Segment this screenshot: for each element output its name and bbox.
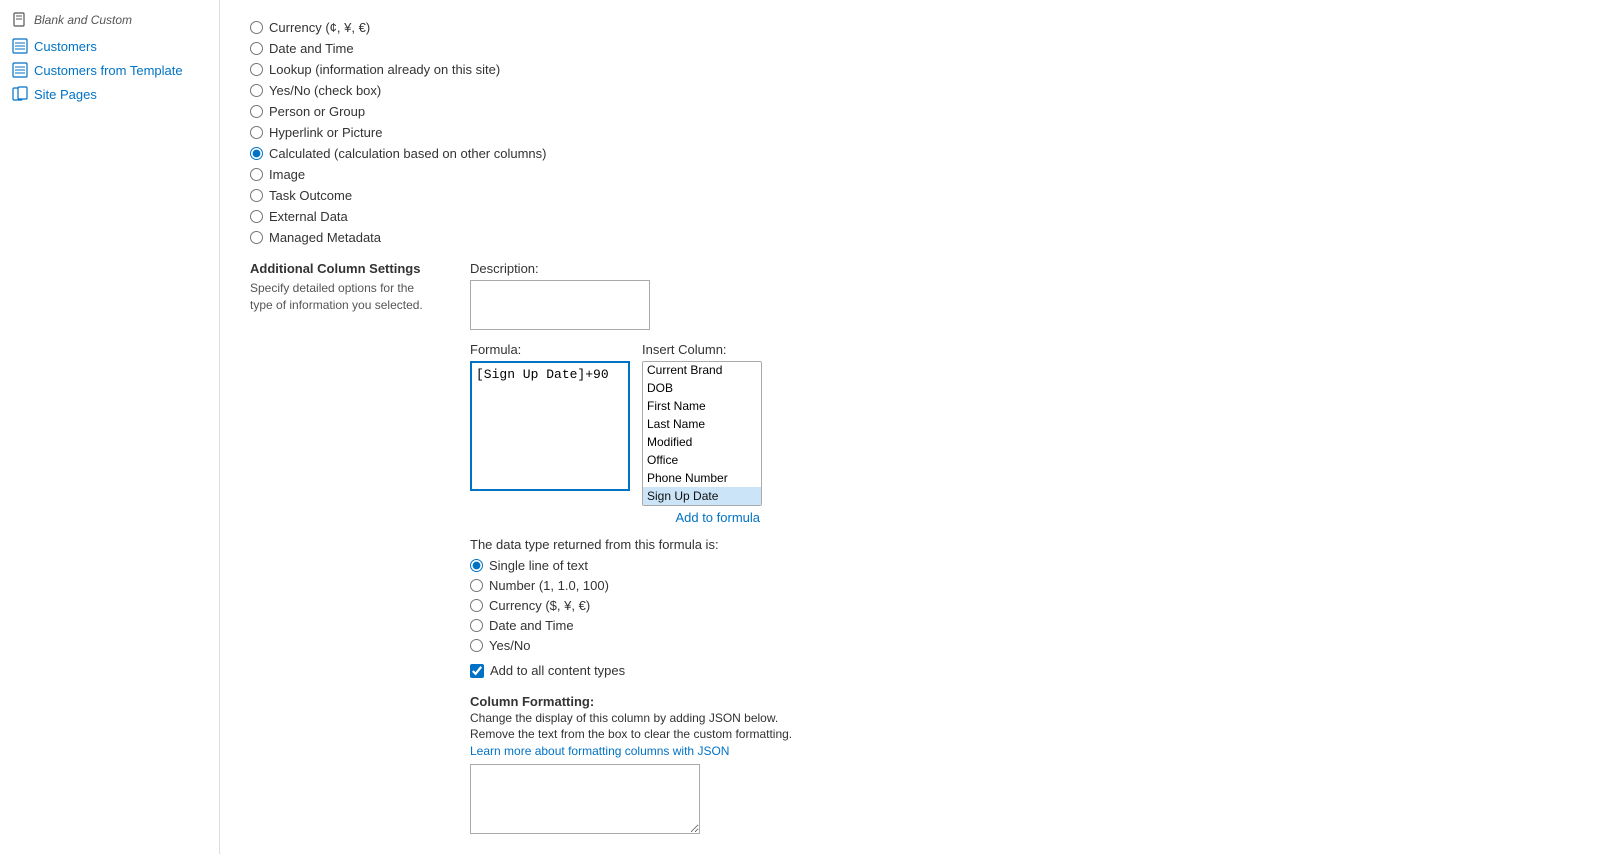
- insert-option-dob[interactable]: DOB: [643, 379, 761, 397]
- radio-lookup[interactable]: Lookup (information already on this site…: [250, 62, 1570, 77]
- formula-row: Formula: [Sign Up Date]+90 Insert Column…: [470, 342, 1570, 506]
- formula-textarea[interactable]: [Sign Up Date]+90: [470, 361, 630, 491]
- radio-currency-input[interactable]: [250, 21, 263, 34]
- settings-section-desc: Specify detailed options for the type of…: [250, 280, 430, 314]
- radio-person-group-label: Person or Group: [269, 104, 365, 119]
- data-type-label: The data type returned from this formula…: [470, 537, 1570, 552]
- sidebar-item-blank-label: Blank and Custom: [34, 13, 132, 27]
- radio-lookup-label: Lookup (information already on this site…: [269, 62, 500, 77]
- radio-dt-number-label: Number (1, 1.0, 100): [489, 578, 609, 593]
- radio-datetime-label: Date and Time: [269, 41, 354, 56]
- add-to-formula-link[interactable]: Add to formula: [470, 510, 760, 525]
- radio-datetime[interactable]: Date and Time: [250, 41, 1570, 56]
- radio-hyperlink[interactable]: Hyperlink or Picture: [250, 125, 1570, 140]
- radio-dt-yesno-label: Yes/No: [489, 638, 530, 653]
- insert-option-title[interactable]: Title: [643, 505, 761, 506]
- radio-dt-currency-label: Currency ($, ¥, €): [489, 598, 590, 613]
- insert-option-modified[interactable]: Modified: [643, 433, 761, 451]
- sidebar-item-customers[interactable]: Customers: [0, 34, 219, 58]
- radio-dt-single-line[interactable]: Single line of text: [470, 558, 1570, 573]
- radio-currency[interactable]: Currency (¢, ¥, €): [250, 20, 1570, 35]
- radio-yesno-input[interactable]: [250, 84, 263, 97]
- radio-calculated[interactable]: Calculated (calculation based on other c…: [250, 146, 1570, 161]
- radio-dt-single-line-label: Single line of text: [489, 558, 588, 573]
- radio-managed-metadata-label: Managed Metadata: [269, 230, 381, 245]
- radio-calculated-input[interactable]: [250, 147, 263, 160]
- formula-label: Formula:: [470, 342, 630, 357]
- main-content: Currency (¢, ¥, €) Date and Time Lookup …: [220, 0, 1600, 854]
- settings-content-column: Description: Formula: [Sign Up Date]+90 …: [470, 261, 1570, 834]
- sitepages-icon: [12, 86, 28, 102]
- column-formatting-title: Column Formatting:: [470, 694, 1570, 709]
- radio-image[interactable]: Image: [250, 167, 1570, 182]
- insert-option-office[interactable]: Office: [643, 451, 761, 469]
- radio-calculated-label: Calculated (calculation based on other c…: [269, 146, 547, 161]
- radio-image-input[interactable]: [250, 168, 263, 181]
- radio-currency-label: Currency (¢, ¥, €): [269, 20, 370, 35]
- sidebar: Blank and Custom Customers Customers fro…: [0, 0, 220, 854]
- add-to-content-types-label: Add to all content types: [490, 663, 625, 678]
- radio-task-outcome-label: Task Outcome: [269, 188, 352, 203]
- radio-external-data-input[interactable]: [250, 210, 263, 223]
- insert-column-listbox[interactable]: Created Current Brand DOB First Name Las…: [642, 361, 762, 506]
- radio-yesno-label: Yes/No (check box): [269, 83, 381, 98]
- page-icon: [12, 12, 28, 28]
- data-type-radio-group: Single line of text Number (1, 1.0, 100)…: [470, 558, 1570, 653]
- radio-external-data[interactable]: External Data: [250, 209, 1570, 224]
- column-formatting-desc1: Change the display of this column by add…: [470, 711, 1570, 725]
- column-type-radio-group: Currency (¢, ¥, €) Date and Time Lookup …: [250, 20, 1570, 245]
- radio-person-group-input[interactable]: [250, 105, 263, 118]
- sidebar-item-customers-template[interactable]: Customers from Template: [0, 58, 219, 82]
- radio-task-outcome[interactable]: Task Outcome: [250, 188, 1570, 203]
- formula-column: Formula: [Sign Up Date]+90: [470, 342, 630, 494]
- radio-dt-yesno[interactable]: Yes/No: [470, 638, 1570, 653]
- radio-dt-currency[interactable]: Currency ($, ¥, €): [470, 598, 1570, 613]
- radio-hyperlink-label: Hyperlink or Picture: [269, 125, 382, 140]
- radio-dt-datetime-label: Date and Time: [489, 618, 574, 633]
- sidebar-item-site-pages[interactable]: Site Pages: [0, 82, 219, 106]
- radio-dt-number[interactable]: Number (1, 1.0, 100): [470, 578, 1570, 593]
- radio-dt-datetime[interactable]: Date and Time: [470, 618, 1570, 633]
- app-layout: Blank and Custom Customers Customers fro…: [0, 0, 1600, 854]
- radio-dt-currency-input[interactable]: [470, 599, 483, 612]
- radio-external-data-label: External Data: [269, 209, 348, 224]
- column-formatting-desc2: Remove the text from the box to clear th…: [470, 727, 1570, 741]
- sidebar-item-customers-label: Customers: [34, 39, 97, 54]
- insert-option-current-brand[interactable]: Current Brand: [643, 361, 761, 379]
- insert-option-first-name[interactable]: First Name: [643, 397, 761, 415]
- radio-managed-metadata-input[interactable]: [250, 231, 263, 244]
- insert-column-label: Insert Column:: [642, 342, 762, 357]
- description-textarea[interactable]: [470, 280, 650, 330]
- radio-datetime-input[interactable]: [250, 42, 263, 55]
- insert-column: Insert Column: Created Current Brand DOB…: [642, 342, 762, 506]
- radio-person-group[interactable]: Person or Group: [250, 104, 1570, 119]
- radio-hyperlink-input[interactable]: [250, 126, 263, 139]
- insert-option-sign-up-date[interactable]: Sign Up Date: [643, 487, 761, 505]
- column-formatting-textarea[interactable]: [470, 764, 700, 834]
- list-template-icon: [12, 62, 28, 78]
- description-label: Description:: [470, 261, 1570, 276]
- add-to-content-types-checkbox[interactable]: [470, 664, 484, 678]
- radio-image-label: Image: [269, 167, 305, 182]
- radio-task-outcome-input[interactable]: [250, 189, 263, 202]
- sidebar-item-site-pages-label: Site Pages: [34, 87, 97, 102]
- settings-label-column: Additional Column Settings Specify detai…: [250, 261, 430, 834]
- add-to-content-types-row[interactable]: Add to all content types: [470, 663, 1570, 678]
- radio-dt-number-input[interactable]: [470, 579, 483, 592]
- sidebar-item-customers-template-label: Customers from Template: [34, 63, 183, 78]
- radio-dt-datetime-input[interactable]: [470, 619, 483, 632]
- settings-section-title: Additional Column Settings: [250, 261, 430, 276]
- radio-managed-metadata[interactable]: Managed Metadata: [250, 230, 1570, 245]
- insert-option-phone-number[interactable]: Phone Number: [643, 469, 761, 487]
- additional-column-settings: Additional Column Settings Specify detai…: [250, 261, 1570, 834]
- list-icon: [12, 38, 28, 54]
- radio-dt-single-line-input[interactable]: [470, 559, 483, 572]
- column-formatting-link[interactable]: Learn more about formatting columns with…: [470, 744, 729, 758]
- sidebar-item-blank[interactable]: Blank and Custom: [0, 8, 219, 32]
- radio-dt-yesno-input[interactable]: [470, 639, 483, 652]
- radio-lookup-input[interactable]: [250, 63, 263, 76]
- insert-option-last-name[interactable]: Last Name: [643, 415, 761, 433]
- radio-yesno[interactable]: Yes/No (check box): [250, 83, 1570, 98]
